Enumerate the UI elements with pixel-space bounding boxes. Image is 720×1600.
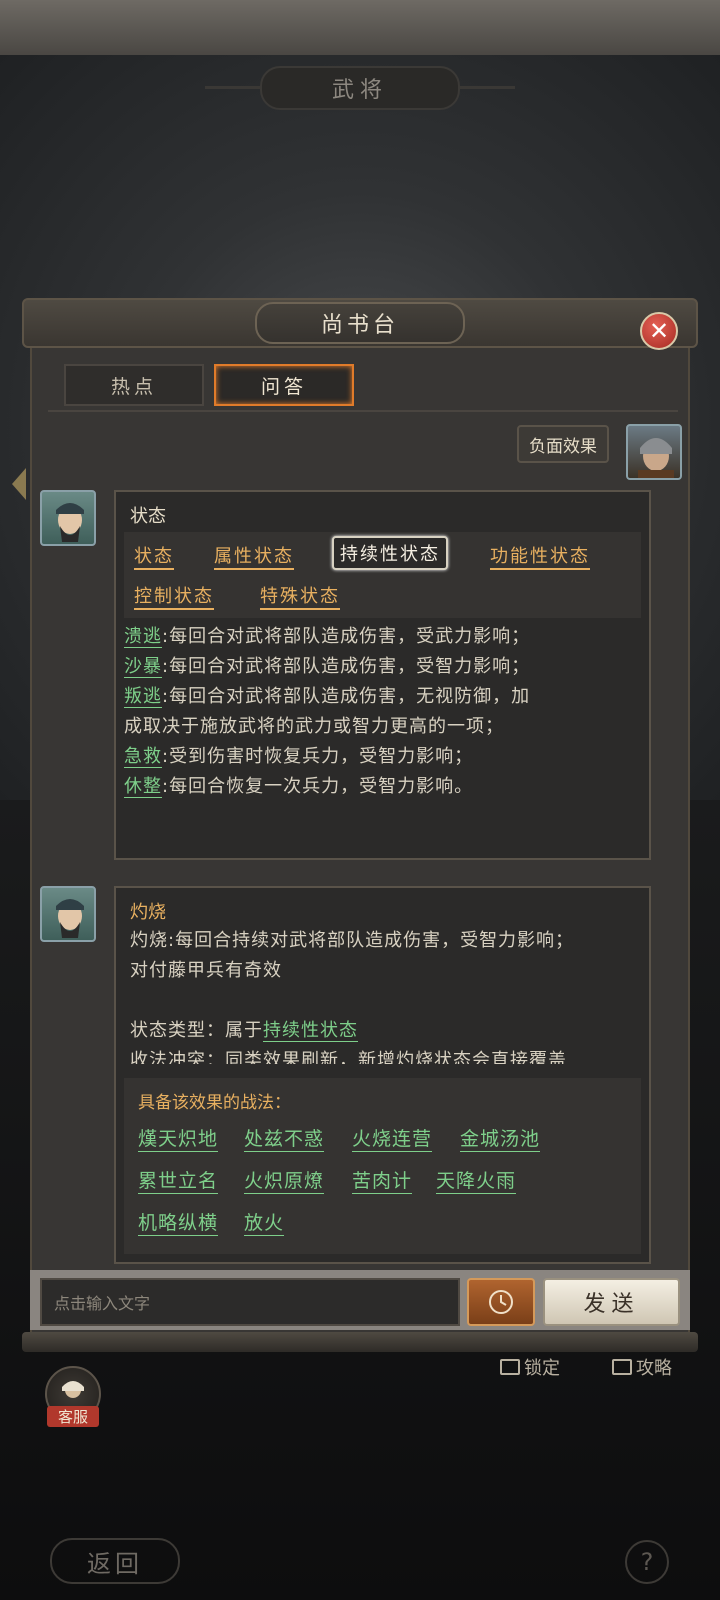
keyword-link[interactable]: 休整	[124, 776, 162, 798]
item-text: :受到伤害时恢复兵力，受智力影响；	[162, 746, 474, 767]
list-item: 急救:受到伤害时恢复兵力，受智力影响；	[124, 742, 530, 772]
item-text: 成取决于施放武将的武力或智力更高的一项；	[124, 716, 504, 737]
list-item: 溃逃:每回合对武将部队造成伤害，受武力影响；	[124, 622, 530, 652]
continuous-status-link[interactable]: 持续性状态	[263, 1020, 358, 1042]
user-message-bubble: 负面效果	[517, 425, 609, 463]
tactic-link[interactable]: 火烧连营	[352, 1124, 433, 1152]
reply-title: 灼烧	[130, 902, 166, 923]
message-input[interactable]: 点击输入文字	[40, 1278, 460, 1326]
status-type-line: 状态类型：属于持续性状态	[130, 1016, 574, 1046]
reply-title: 状态	[130, 506, 166, 527]
tab-hot[interactable]: 热点	[64, 364, 204, 406]
tactic-link[interactable]: 熯天炽地	[138, 1124, 219, 1152]
list-item-continued: 成取决于施放武将的武力或智力更高的一项；	[124, 712, 530, 742]
back-button[interactable]: 返回	[50, 1538, 180, 1584]
reply-bubble-status: 状态 状态 属性状态 持续性状态 功能性状态 控制状态 特殊状态 溃逃:每回合对…	[114, 490, 651, 860]
list-item: 沙暴:每回合对武将部队造成伤害，受智力影响；	[124, 652, 530, 682]
advisor-avatar	[40, 490, 96, 546]
tag-control-status[interactable]: 控制状态	[134, 582, 214, 610]
tactics-panel: 具备该效果的战法： 熯天炽地 处兹不惑 火烧连营 金城汤池 累世立名 火炽原燎 …	[124, 1078, 641, 1254]
tab-qa[interactable]: 问答	[214, 364, 354, 406]
tag-continuous-status[interactable]: 持续性状态	[332, 536, 448, 570]
user-avatar	[626, 424, 682, 480]
keyword-link[interactable]: 急救	[124, 746, 162, 768]
clock-icon	[489, 1290, 513, 1314]
dialog-title: 尚书台	[255, 302, 465, 344]
item-text: :每回合恢复一次兵力，受智力影响。	[162, 776, 474, 797]
help-button[interactable]: ?	[625, 1540, 669, 1584]
tag-special-status[interactable]: 特殊状态	[260, 582, 340, 610]
user-message-text: 负面效果	[529, 436, 597, 457]
close-button[interactable]: ✕	[640, 312, 678, 350]
history-button[interactable]	[467, 1278, 535, 1326]
item-text: :每回合对武将部队造成伤害，受武力影响；	[162, 626, 531, 647]
item-text: :每回合对武将部队造成伤害，受智力影响；	[162, 656, 531, 677]
tag-attribute-status[interactable]: 属性状态	[214, 542, 294, 570]
desc-line: 灼烧:每回合持续对武将部队造成伤害，受智力影响；	[130, 930, 575, 951]
lock-label: 锁定	[524, 1358, 560, 1379]
tactic-link[interactable]: 火炽原燎	[244, 1166, 325, 1194]
lock-icon	[500, 1359, 520, 1375]
desc-line-partial: 收法冲突：同类效果刷新，新增灼烧状态会直接覆盖	[130, 1050, 567, 1064]
dialog-bottom-frame	[22, 1332, 698, 1352]
guide-label: 攻略	[636, 1358, 672, 1379]
list-item: 休整:每回合恢复一次兵力，受智力影响。	[124, 772, 530, 802]
tab-divider	[48, 410, 678, 412]
close-icon: ✕	[648, 317, 670, 345]
burn-description: 灼烧:每回合持续对武将部队造成伤害，受智力影响； 对付藤甲兵有奇效 状态类型：属…	[130, 926, 574, 1064]
book-icon	[612, 1359, 632, 1375]
type-prefix: 状态类型：属于	[130, 1020, 263, 1041]
advisor-avatar	[40, 886, 96, 942]
send-button[interactable]: 发送	[543, 1278, 680, 1326]
tactic-link[interactable]: 机略纵横	[138, 1208, 219, 1236]
list-item: 叛逃:每回合对武将部队造成伤害，无视防御，加	[124, 682, 530, 712]
guide-button[interactable]: 攻略	[612, 1354, 672, 1380]
top-banner	[0, 0, 720, 55]
tactic-link[interactable]: 放火	[244, 1208, 285, 1236]
side-arrow-icon[interactable]	[12, 468, 26, 500]
tab-label: 问答	[260, 375, 307, 398]
keyword-link[interactable]: 沙暴	[124, 656, 162, 678]
keyword-link[interactable]: 溃逃	[124, 626, 162, 648]
tactic-link[interactable]: 处兹不惑	[244, 1124, 325, 1152]
status-tag-panel: 状态 属性状态 持续性状态 功能性状态 控制状态 特殊状态	[124, 532, 641, 618]
tactic-link[interactable]: 天降火雨	[436, 1166, 517, 1194]
tactic-link[interactable]: 累世立名	[138, 1166, 219, 1194]
customer-service-label: 客服	[47, 1406, 99, 1427]
tag-status[interactable]: 状态	[134, 542, 174, 570]
desc-line: 对付藤甲兵有奇效	[130, 960, 282, 981]
tab-label: 热点	[110, 375, 157, 398]
tactics-header: 具备该效果的战法：	[138, 1093, 291, 1113]
item-text: :每回合对武将部队造成伤害，无视防御，加	[162, 686, 531, 707]
tactic-link[interactable]: 金城汤池	[460, 1124, 541, 1152]
lock-button[interactable]: 锁定	[500, 1354, 560, 1380]
tag-functional-status[interactable]: 功能性状态	[490, 542, 590, 570]
reply-bubble-burn: 灼烧 灼烧:每回合持续对武将部队造成伤害，受智力影响； 对付藤甲兵有奇效 状态类…	[114, 886, 651, 1264]
status-description: 溃逃:每回合对武将部队造成伤害，受武力影响； 沙暴:每回合对武将部队造成伤害，受…	[124, 622, 530, 802]
tactic-link[interactable]: 苦肉计	[352, 1166, 413, 1194]
keyword-link[interactable]: 叛逃	[124, 686, 162, 708]
page-title: 武将	[260, 66, 460, 110]
